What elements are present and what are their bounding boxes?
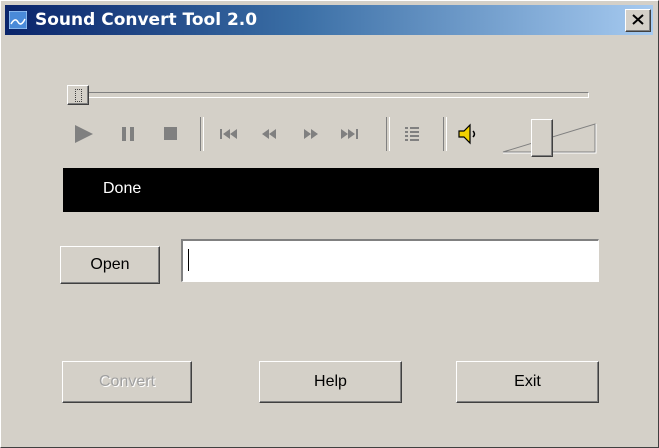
play-icon[interactable]	[71, 122, 99, 146]
skip-forward-icon[interactable]	[337, 122, 363, 146]
seek-slider-track[interactable]	[67, 92, 589, 98]
status-text: Done	[103, 180, 142, 197]
close-button[interactable]	[625, 9, 651, 32]
rewind-icon[interactable]	[257, 122, 283, 146]
file-path-input[interactable]	[181, 239, 599, 282]
speaker-icon[interactable]	[456, 122, 482, 146]
convert-button[interactable]: Convert	[62, 361, 192, 403]
app-icon	[9, 11, 27, 29]
title-bar[interactable]: Sound Convert Tool 2.0	[5, 5, 653, 35]
toolbar-separator	[443, 117, 447, 151]
app-window: Sound Convert Tool 2.0 Done Open Convert…	[0, 0, 659, 448]
text-caret	[188, 249, 189, 271]
toolbar-separator	[386, 117, 390, 151]
fast-forward-icon[interactable]	[298, 122, 324, 146]
skip-back-icon[interactable]	[216, 122, 242, 146]
pause-icon[interactable]	[117, 122, 141, 146]
seek-slider-thumb[interactable]	[67, 85, 89, 105]
close-icon	[632, 14, 644, 25]
status-display: Done	[63, 168, 599, 212]
exit-button[interactable]: Exit	[456, 361, 599, 403]
toolbar-separator	[200, 117, 204, 151]
volume-slider-thumb[interactable]	[531, 119, 554, 157]
stop-icon[interactable]	[159, 122, 183, 146]
playlist-icon[interactable]	[401, 122, 425, 146]
open-button[interactable]: Open	[60, 246, 160, 284]
help-button[interactable]: Help	[259, 361, 402, 403]
window-title: Sound Convert Tool 2.0	[35, 10, 258, 30]
